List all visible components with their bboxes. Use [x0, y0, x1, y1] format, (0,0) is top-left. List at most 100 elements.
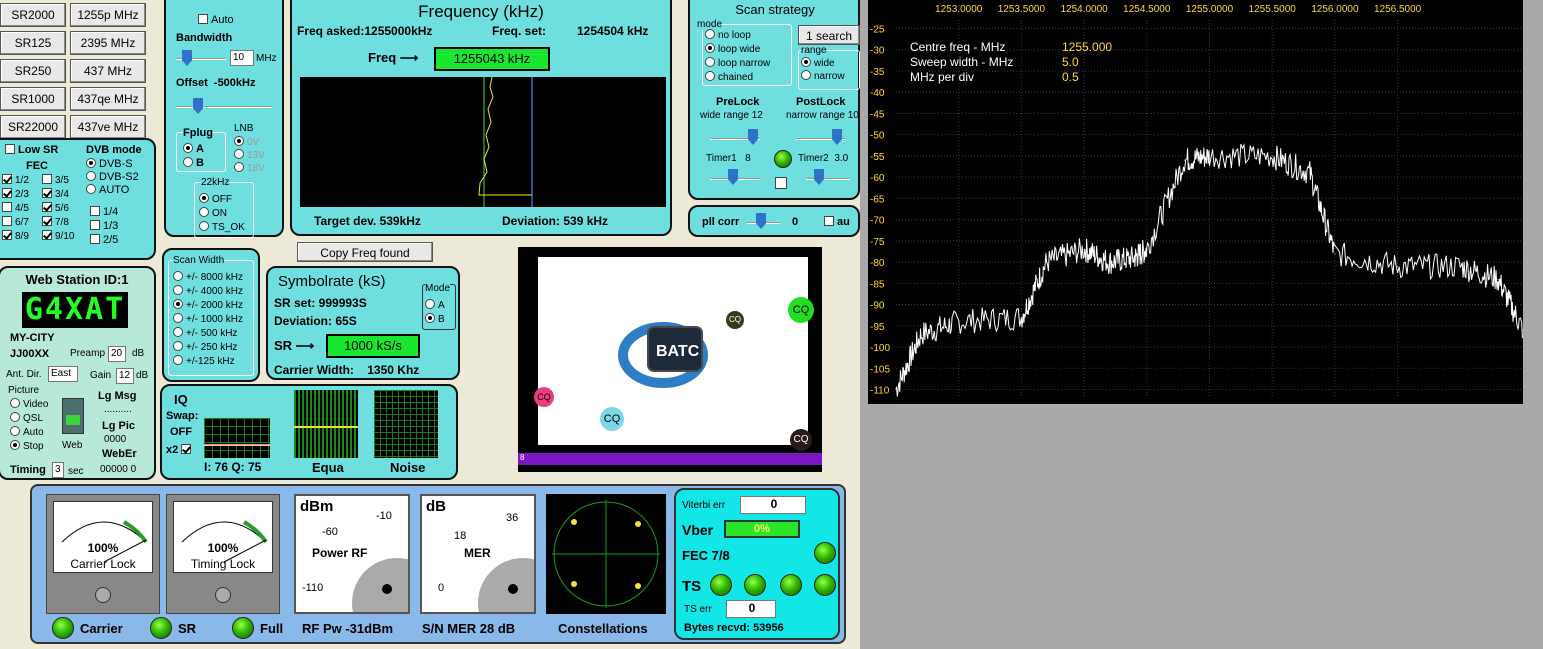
offset-slider[interactable] [176, 106, 272, 108]
k22items-item-2[interactable]: TS_OK [199, 221, 245, 233]
copy-freq-found-button[interactable]: Copy Freq found [297, 242, 433, 262]
fec-option-3-0[interactable]: 6/7 [2, 216, 29, 228]
timer2-slider-thumb[interactable] [814, 169, 824, 185]
k22items-item-1[interactable]: ON [199, 207, 227, 219]
fplug-a-radio[interactable] [183, 143, 193, 153]
scanmodes-item-3[interactable]: chained [705, 71, 753, 83]
fecextra-control-2[interactable] [90, 234, 100, 244]
scanmodes-control-1[interactable] [705, 43, 715, 53]
switems-control-1[interactable] [173, 285, 183, 295]
lnbitems-item-0[interactable]: 0V [234, 136, 259, 148]
switems-item-3[interactable]: +/- 1000 kHz [173, 313, 243, 325]
lnbitems-item-2[interactable]: 18V [234, 162, 265, 174]
fec-option-2-0[interactable]: 4/5 [2, 202, 29, 214]
switems-item-6[interactable]: +/-125 kHz [173, 355, 235, 367]
fec-checkbox-0-0[interactable] [2, 174, 12, 184]
switems-item-1[interactable]: +/- 4000 kHz [173, 285, 243, 297]
scan-checkbox[interactable] [775, 177, 787, 189]
fec-option-2-1[interactable]: 5/6 [42, 202, 69, 214]
fec-option-3-1[interactable]: 7/8 [42, 216, 69, 228]
switems-control-6[interactable] [173, 355, 183, 365]
fecextra-item-2[interactable]: 2/5 [90, 234, 118, 246]
iq-x2-checkbox[interactable] [181, 444, 192, 454]
fec-checkbox-3-1[interactable] [42, 216, 52, 226]
fec-checkbox-1-0[interactable] [2, 188, 12, 198]
ranges-item-1[interactable]: narrow [801, 70, 845, 82]
fec-checkbox-0-1[interactable] [42, 174, 52, 184]
web-toggle[interactable] [62, 398, 84, 434]
fecextra-control-1[interactable] [90, 220, 100, 230]
switems-control-2[interactable] [173, 299, 183, 309]
picitems-control-0[interactable] [10, 398, 20, 408]
switems-control-0[interactable] [173, 271, 183, 281]
sr-button-1[interactable]: SR125 [0, 31, 66, 55]
k22items-control-0[interactable] [199, 193, 209, 203]
scanmodes-item-0[interactable]: no loop [705, 29, 751, 41]
auto-checkbox[interactable] [198, 14, 208, 24]
picitems-control-2[interactable] [10, 426, 20, 436]
freq-preset-button-3[interactable]: 437qe MHz [70, 87, 146, 111]
fec-option-4-1[interactable]: 9/10 [42, 230, 74, 242]
switems-item-5[interactable]: +/- 250 kHz [173, 341, 237, 353]
dvbitems-item-0[interactable]: DVB-S [86, 158, 133, 170]
fec-checkbox-4-1[interactable] [42, 230, 52, 240]
fec-option-1-0[interactable]: 2/3 [2, 188, 29, 200]
picitems-item-2[interactable]: Auto [10, 426, 44, 438]
offset-slider-thumb[interactable] [193, 98, 203, 114]
scanmodes-item-1[interactable]: loop wide [705, 43, 760, 55]
k22items-item-0[interactable]: OFF [199, 193, 232, 205]
sr-button-4[interactable]: SR22000 [0, 115, 66, 139]
fec-option-4-0[interactable]: 8/9 [2, 230, 29, 242]
ant-dir-input[interactable]: East [48, 366, 78, 382]
timer2-slider[interactable] [806, 178, 850, 180]
sr-button-3[interactable]: SR1000 [0, 87, 66, 111]
preamp-input[interactable]: 20 [108, 346, 126, 362]
dvbitems-item-2[interactable]: AUTO [86, 184, 129, 196]
freq-preset-button-4[interactable]: 437ve MHz [70, 115, 146, 139]
ranges-item-0[interactable]: wide [801, 57, 835, 69]
dvbitems-control-2[interactable] [86, 184, 96, 194]
ranges-control-1[interactable] [801, 70, 811, 80]
picitems-control-1[interactable] [10, 412, 20, 422]
lnbitems-item-1[interactable]: 13V [234, 149, 265, 161]
switems-item-4[interactable]: +/- 500 kHz [173, 327, 237, 339]
fecextra-control-0[interactable] [90, 206, 100, 216]
lnbitems-control-2[interactable] [234, 162, 244, 172]
lnbitems-control-0[interactable] [234, 136, 244, 146]
fec-option-0-0[interactable]: 1/2 [2, 174, 29, 186]
dvbitems-control-0[interactable] [86, 158, 96, 168]
ranges-control-0[interactable] [801, 57, 811, 67]
scanmodes-control-2[interactable] [705, 57, 715, 67]
postlock-slider-thumb[interactable] [832, 129, 842, 145]
sr-mode-a-radio[interactable] [425, 299, 435, 309]
picitems-item-3[interactable]: Stop [10, 440, 44, 452]
gain-input[interactable]: 12 [116, 368, 134, 384]
k22items-control-1[interactable] [199, 207, 209, 217]
k22items-control-2[interactable] [199, 221, 209, 231]
timer1-slider-thumb[interactable] [728, 169, 738, 185]
switems-item-0[interactable]: +/- 8000 kHz [173, 271, 243, 283]
freq-preset-button-1[interactable]: 2395 MHz [70, 31, 146, 55]
freq-preset-button-2[interactable]: 437 MHz [70, 59, 146, 83]
dvbitems-control-1[interactable] [86, 171, 96, 181]
pll-auto-checkbox[interactable] [824, 216, 834, 226]
scanmodes-control-0[interactable] [705, 29, 715, 39]
sr-button-0[interactable]: SR2000 [0, 3, 66, 27]
switems-item-2[interactable]: +/- 2000 kHz [173, 299, 243, 311]
bandwidth-input[interactable]: 10 [230, 50, 254, 66]
fec-option-1-1[interactable]: 3/4 [42, 188, 69, 200]
freq-preset-button-0[interactable]: 1255p MHz [70, 3, 146, 27]
switems-control-4[interactable] [173, 327, 183, 337]
pll-slider-thumb[interactable] [756, 213, 766, 229]
one-search-button[interactable]: 1 search [798, 25, 860, 45]
picitems-control-3[interactable] [10, 440, 20, 450]
fec-checkbox-3-0[interactable] [2, 216, 12, 226]
fecextra-item-1[interactable]: 1/3 [90, 220, 118, 232]
prelock-slider-thumb[interactable] [748, 129, 758, 145]
low-sr-checkbox[interactable] [5, 144, 15, 154]
fec-checkbox-4-0[interactable] [2, 230, 12, 240]
lnbitems-control-1[interactable] [234, 149, 244, 159]
fec-checkbox-2-1[interactable] [42, 202, 52, 212]
switems-control-3[interactable] [173, 313, 183, 323]
timing-input[interactable]: 3 [52, 462, 64, 478]
